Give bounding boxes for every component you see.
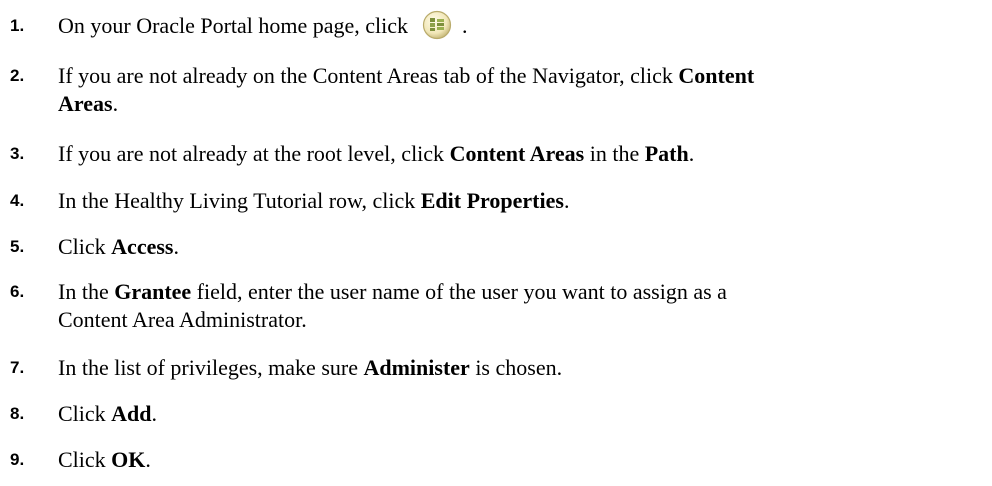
step-number: 1. bbox=[10, 16, 25, 35]
step-number: 8. bbox=[10, 404, 25, 423]
step-text: In the Healthy Living Tutorial row, clic… bbox=[58, 187, 983, 215]
step-text-part: field, enter the user name of the user y… bbox=[191, 279, 727, 304]
step-number: 4. bbox=[10, 191, 25, 210]
step-text-part: . bbox=[173, 234, 179, 259]
step-number: 5. bbox=[10, 237, 25, 256]
ui-term: Content bbox=[678, 63, 755, 88]
step-number: 3. bbox=[10, 144, 25, 163]
step-text-part: . bbox=[462, 13, 468, 38]
step-text: If you are not already at the root level… bbox=[58, 140, 983, 168]
ui-term: OK bbox=[111, 447, 146, 472]
ui-term: Add bbox=[111, 401, 152, 426]
step-text-part: . bbox=[688, 141, 695, 166]
step-text-part: Content Area Administrator. bbox=[58, 307, 307, 332]
step-text-part: . bbox=[151, 401, 158, 426]
ui-term: Grantee bbox=[114, 279, 192, 304]
step-text: Click Access. bbox=[58, 233, 983, 261]
step-text-part: In the Healthy Living Tutorial row, clic… bbox=[58, 188, 421, 213]
ui-term: Areas bbox=[58, 91, 113, 116]
ui-term: Edit Properties bbox=[420, 188, 564, 213]
step-text: Click OK. bbox=[58, 446, 983, 474]
navigator-icon bbox=[422, 10, 452, 40]
step-number: 7. bbox=[10, 358, 25, 377]
step-text-part: Click bbox=[58, 234, 112, 259]
step-text-part: . bbox=[563, 188, 570, 213]
step-text: If you are not already on the Content Ar… bbox=[58, 62, 983, 118]
navigator-icon-graphic bbox=[422, 10, 452, 40]
step-text-part: . bbox=[112, 91, 119, 116]
step-text-part: In the list of privileges, make sure bbox=[58, 355, 364, 380]
step-text-part: Click bbox=[58, 447, 112, 472]
step-text-part: . bbox=[145, 447, 151, 472]
step-text: Click Add. bbox=[58, 400, 983, 428]
step-number: 2. bbox=[10, 66, 25, 85]
ui-term: Content Areas bbox=[449, 141, 585, 166]
step-text-part: Click bbox=[58, 401, 112, 426]
ui-term: Access bbox=[111, 234, 174, 259]
ui-term: Administer bbox=[363, 355, 470, 380]
step-text: In the list of privileges, make sure Adm… bbox=[58, 354, 983, 382]
step-number: 6. bbox=[10, 282, 25, 301]
step-text-part: If you are not already at the root level… bbox=[58, 141, 450, 166]
step-text: In the Grantee field, enter the user nam… bbox=[58, 278, 983, 334]
step-number: 9. bbox=[10, 450, 25, 469]
ui-term: Path bbox=[644, 141, 689, 166]
step-text-part: is chosen. bbox=[469, 355, 563, 380]
step-text: On your Oracle Portal home page, click . bbox=[58, 10, 983, 40]
step-text-part: On your Oracle Portal home page, click bbox=[58, 13, 409, 38]
step-text-part: in the bbox=[584, 141, 645, 166]
step-text-part: In the bbox=[58, 279, 115, 304]
step-text-part: If you are not already on the Content Ar… bbox=[58, 63, 679, 88]
